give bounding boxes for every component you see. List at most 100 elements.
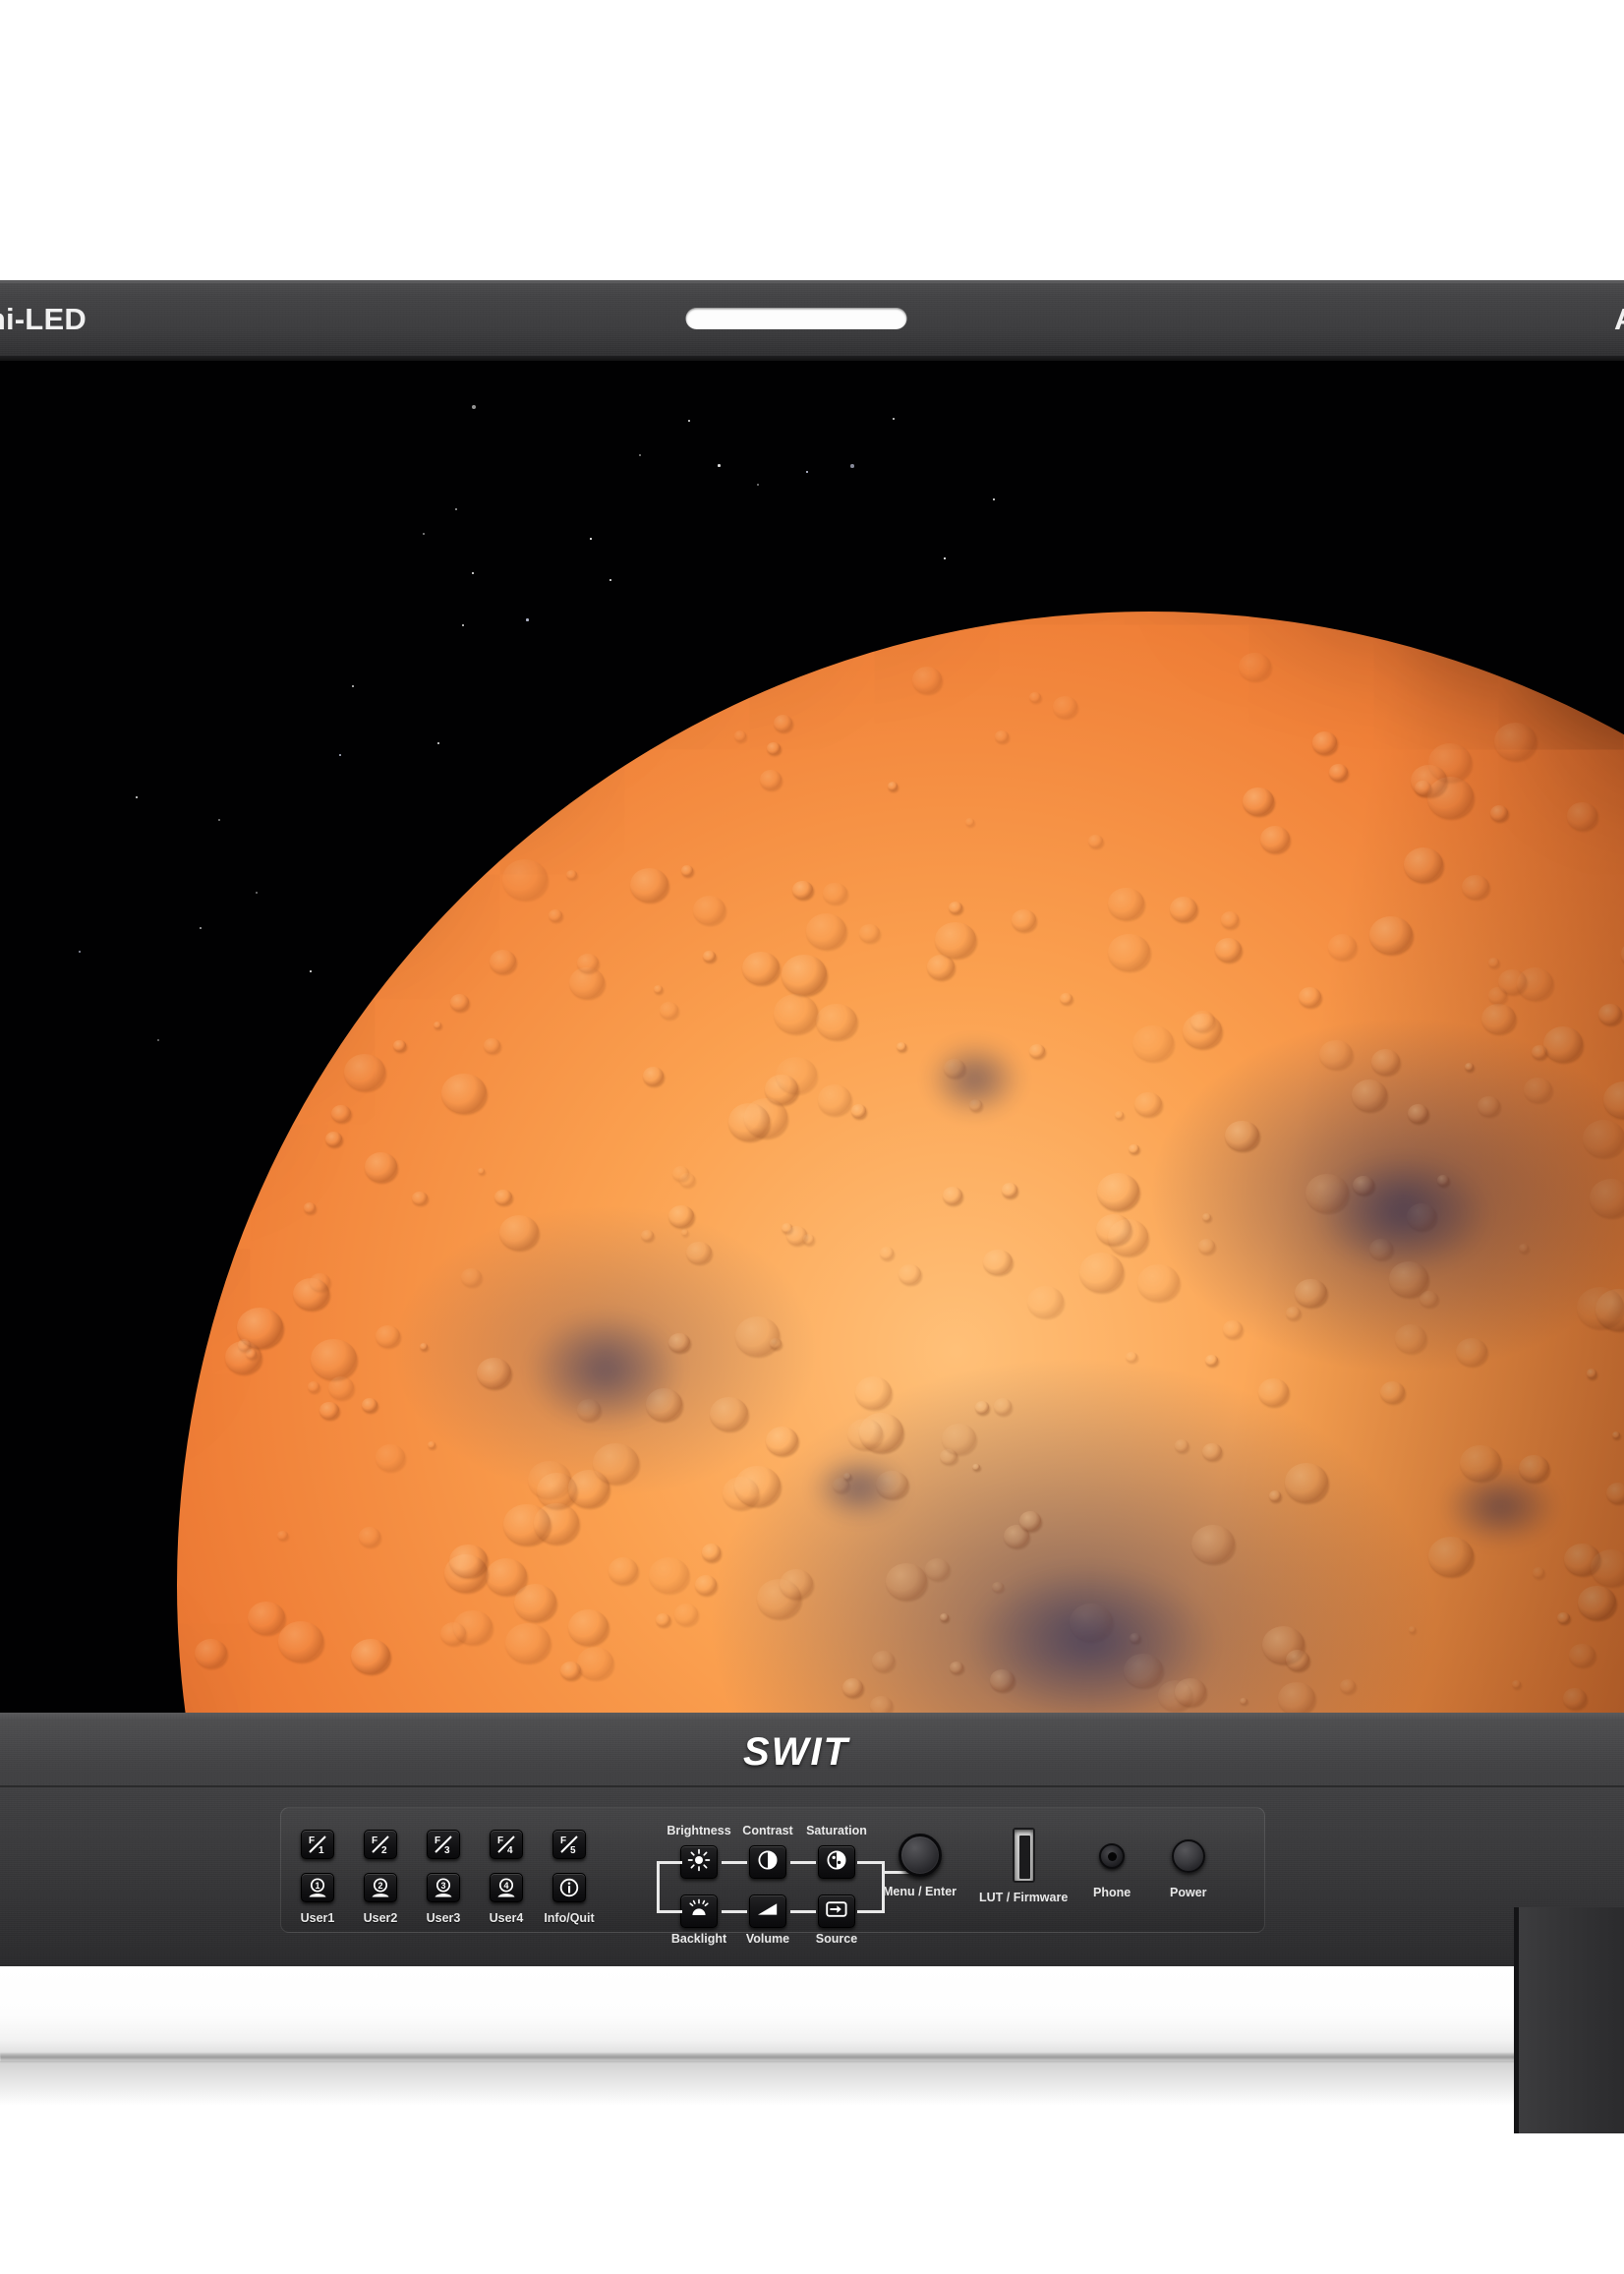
bezel-seam-line <box>0 1785 1624 1787</box>
star <box>218 819 220 821</box>
svg-text:1: 1 <box>319 1845 324 1855</box>
svg-text:4: 4 <box>507 1845 513 1855</box>
power-label: Power <box>1170 1886 1207 1899</box>
wire-bottom-1 <box>722 1910 747 1913</box>
saturation-icon <box>825 1848 848 1877</box>
f2-icon: F2 <box>370 1834 391 1855</box>
function-key-5[interactable]: F5 <box>552 1830 586 1859</box>
wire-right-top <box>857 1861 885 1864</box>
star <box>806 471 808 473</box>
star <box>136 796 138 798</box>
key-column: F 5 Info/Quit <box>552 1830 586 1925</box>
headphone-jack-icon[interactable] <box>1099 1843 1125 1869</box>
control-panel: F 1 1 User1 F 2 2 User2 F 3 3 User3 F 4 4 User4 F 5 Info/Q… <box>280 1807 1265 1933</box>
star <box>472 572 474 574</box>
usb-port-icon[interactable] <box>1013 1828 1035 1883</box>
function-key-4[interactable]: F4 <box>490 1830 523 1859</box>
star <box>423 533 425 535</box>
lut-firmware-label: LUT / Firmware <box>979 1891 1068 1904</box>
f5-icon: F5 <box>558 1834 580 1855</box>
user-key-4[interactable]: 4 <box>490 1873 523 1902</box>
star <box>993 498 995 500</box>
lut-firmware-port[interactable]: LUT / Firmware <box>979 1828 1068 1904</box>
adjust-key-contrast[interactable] <box>749 1845 786 1879</box>
bezel-left-label: Mini-LED <box>0 302 87 337</box>
function-key-3[interactable]: F3 <box>427 1830 460 1859</box>
wire-left-top <box>657 1861 682 1864</box>
user-key-3[interactable]: 3 <box>427 1873 460 1902</box>
shelf-shadow <box>0 2061 1534 2106</box>
wire-top-2 <box>790 1861 816 1864</box>
star <box>455 508 457 510</box>
adjust-label-top-1: Contrast <box>742 1824 792 1837</box>
star <box>893 418 895 420</box>
bezel-right-label: A <box>1614 302 1624 337</box>
star <box>462 624 464 626</box>
adjust-label-bottom-2: Source <box>816 1932 857 1946</box>
svg-text:F: F <box>497 1836 503 1846</box>
brand-logo: SWIT <box>743 1730 849 1775</box>
display-panel <box>0 361 1624 1713</box>
svg-text:3: 3 <box>444 1845 450 1855</box>
volume-wedge-icon <box>755 1898 781 1925</box>
function-key-2[interactable]: F2 <box>364 1830 397 1859</box>
function-key-1[interactable]: F1 <box>301 1830 334 1859</box>
menu-enter-label: Menu / Enter <box>883 1885 957 1898</box>
phone-jack-control[interactable]: Phone <box>1093 1843 1131 1899</box>
star <box>609 579 611 581</box>
key-label: User2 <box>364 1911 398 1925</box>
star <box>590 538 592 540</box>
wire-bottom-2 <box>790 1910 816 1913</box>
wire-left-vertical <box>657 1861 660 1913</box>
menu-enter-control[interactable]: Menu / Enter <box>883 1834 957 1898</box>
key-label: User1 <box>301 1911 335 1925</box>
star <box>688 420 690 422</box>
f4-icon: F4 <box>495 1834 517 1855</box>
star <box>157 1039 159 1041</box>
star <box>352 685 354 687</box>
power-control[interactable]: Power <box>1170 1839 1207 1899</box>
phone-label: Phone <box>1093 1886 1131 1899</box>
function-key-group: F 1 1 User1 F 2 2 User2 F 3 3 User3 F 4 4 User4 F 5 Info/Q… <box>301 1830 586 1925</box>
adjust-key-source[interactable] <box>818 1895 855 1928</box>
desk-surface <box>0 1966 1624 2274</box>
star <box>757 484 759 486</box>
star <box>639 454 641 456</box>
swit-monitor: Mini-LED A SWIT F11User1F22User2F33User3… <box>0 280 1624 1966</box>
star <box>256 892 258 894</box>
planet-terminator-shadow <box>177 612 1624 1713</box>
svg-text:4: 4 <box>503 1881 508 1891</box>
adjust-key-volume[interactable] <box>749 1895 786 1928</box>
star <box>200 927 202 929</box>
svg-text:2: 2 <box>381 1845 387 1855</box>
power-button-icon[interactable] <box>1172 1839 1205 1873</box>
user-key-2[interactable]: 2 <box>364 1873 397 1902</box>
star <box>718 464 721 467</box>
bezel-indicator-slot <box>686 308 907 329</box>
svg-text:F: F <box>560 1836 566 1846</box>
sun-icon <box>687 1848 711 1877</box>
star <box>944 557 946 559</box>
adjust-key-brightness[interactable] <box>680 1845 718 1879</box>
user2-icon: 2 <box>369 1877 392 1898</box>
svg-text:F: F <box>372 1836 377 1846</box>
svg-text:2: 2 <box>377 1881 382 1891</box>
shelf-top-face <box>0 1966 1514 2057</box>
user-key-1[interactable]: 1 <box>301 1873 334 1902</box>
svg-text:3: 3 <box>440 1881 445 1891</box>
star <box>339 754 341 756</box>
key-column: F 4 4 User4 <box>490 1830 523 1925</box>
rotary-knob-icon[interactable] <box>899 1834 942 1877</box>
star <box>526 618 529 621</box>
adjust-key-backlight[interactable] <box>680 1895 718 1928</box>
adjust-key-saturation[interactable] <box>818 1845 855 1879</box>
info-icon <box>558 1877 580 1898</box>
wire-right-bottom <box>857 1910 885 1913</box>
screen-content <box>0 361 1624 1713</box>
source-arrow-icon <box>824 1898 849 1925</box>
adjust-label-top-0: Brightness <box>667 1824 730 1837</box>
info-quit-key[interactable] <box>552 1873 586 1902</box>
star <box>79 951 81 953</box>
user3-icon: 3 <box>432 1877 455 1898</box>
bottom-bezel: SWIT F 1 1 User1 F 2 2 User2 F 3 3 User3 F 4 4 User4 F 5 I… <box>0 1713 1624 1966</box>
